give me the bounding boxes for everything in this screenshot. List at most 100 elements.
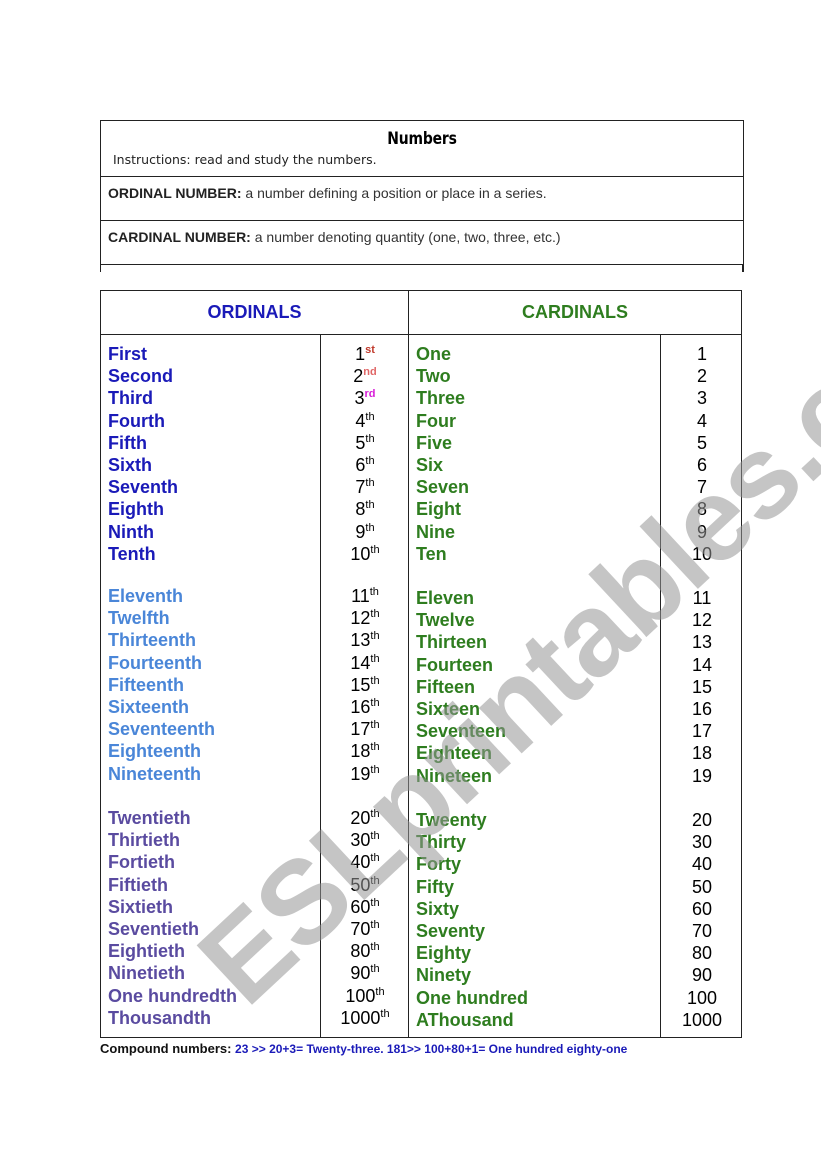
ordinal-suffix: th [375,985,385,998]
compound-numbers-note: Compound numbers: 23 >> 20+3= Twenty-thr… [100,1041,627,1056]
cardinal-numeral: 18 [691,743,713,764]
ordinal-suffix: th [370,652,380,665]
ordinal-suffix: th [370,874,380,887]
numeral: 6 [355,455,366,475]
numeral: 80 [350,941,371,962]
ordinal-suffix: th [370,852,380,865]
ordinal-word: Fourteenth [108,652,202,673]
numeral: 9 [355,521,366,542]
ordinal-numeral: 70th [321,918,409,940]
cardinal-word: Nine [416,521,456,542]
cardinal-numeral: 12 [691,610,713,631]
ordinal-numeral: 4th [321,410,409,432]
ordinal-word: Sixtieth [108,896,174,917]
ordinal-numeral: 60th [321,896,409,918]
ordinal-numeral: 3rd [321,387,409,409]
ordinal-numeral: 1st [321,343,409,365]
ordinal-suffix: th [370,963,380,976]
ordinal-numeral: 40th [321,851,409,873]
numeral: 19 [350,763,371,784]
cardinal-word: Eleven [416,588,475,608]
ordinal-numeral: 30th [321,829,409,851]
ordinal-suffix: th [380,1007,390,1020]
numeral: 5 [355,432,366,453]
cardinal-numeral: 40 [691,854,713,875]
ordinal-word: Ninetieth [108,963,186,984]
ordinal-suffix: th [365,432,375,445]
numeral: 1 [355,344,366,364]
cardinal-word: Fifty [416,876,454,897]
numeral: 8 [355,499,366,520]
ordinal-suffix: th [370,741,380,754]
ordinal-numeral: 12th [321,607,409,629]
cardinal-numeral: 7 [696,477,707,498]
numeral: 7 [355,477,366,498]
numeral: 60 [350,896,371,917]
ordinal-word: Thousandth [108,1007,211,1028]
cardinal-word: Tweenty [416,810,487,830]
cardinal-word: One hundred [416,987,528,1008]
header-box: Numbers Instructions: read and study the… [100,120,744,272]
ordinal-numeral: 15th [321,674,409,696]
ordinal-word: Eighteenth [108,741,201,762]
ordinal-word: Fourth [108,410,165,431]
ordinal-numeral: 18th [321,740,409,762]
ordinal-suffix: th [365,499,375,512]
numbers-table: ORDINALS CARDINALS First 1st One 1 Second 2nd… [100,290,742,1038]
ordinal-numeral: 17th [321,718,409,740]
numeral: 20 [350,808,371,828]
ordinal-word: First [108,344,148,364]
cardinal-word: Ten [416,543,447,564]
ordinal-numeral: 13th [321,629,409,651]
ordinal-suffix: th [370,830,380,843]
ordinal-numeral: 100th [321,985,409,1007]
cardinal-numeral: 16 [691,699,713,719]
cardinal-numeral: 6 [696,455,707,475]
cardinal-word: Six [416,455,444,475]
cardinal-word: Seventeen [416,721,507,742]
ordinal-suffix: th [370,763,380,776]
ordinal-word: Third [108,388,153,409]
numeral: 12 [350,608,371,629]
numeral: 90 [350,963,371,984]
ordinal-numeral: 5th [321,432,409,454]
cardinal-definition: CARDINAL NUMBER: a number denoting quant… [101,221,743,265]
title-row: Numbers Instructions: read and study the… [101,121,743,177]
numeral: 40 [350,852,371,873]
cardinal-word: Fifteen [416,676,476,697]
ordinal-suffix: th [370,896,380,909]
cardinal-word: Eighty [416,943,472,964]
cardinal-numeral: 15 [691,676,713,697]
ordinal-numeral: 9th [321,521,409,543]
ordinal-word: Sixteenth [108,697,190,717]
ordinal-numeral: 14th [321,652,409,674]
cardinal-numeral: 9 [696,521,707,542]
cardinal-numeral: 2 [696,366,707,387]
ordinal-numeral: 19th [321,763,409,785]
cardinal-word: Sixteen [416,699,481,719]
numeral: 13 [350,630,371,651]
cardinal-word: Five [416,432,453,453]
cardinal-word: Eighteen [416,743,493,764]
cardinal-numeral: 10 [691,543,713,564]
cardinal-word: Two [416,366,451,387]
definition-term: ORDINAL NUMBER: [108,185,242,201]
instructions: Instructions: read and study the numbers… [113,152,377,167]
cardinal-numeral: 8 [696,499,707,520]
ordinal-word: Fifteenth [108,674,184,695]
numeral: 4 [355,410,366,431]
ordinal-suffix: th [370,697,380,709]
cardinal-numeral: 14 [691,654,713,675]
numeral: 100 [345,985,376,1006]
ordinal-word: Eleventh [108,586,184,606]
ordinal-numeral: 7th [321,476,409,498]
numeral: 17 [350,719,371,740]
ordinal-word: Fiftieth [108,874,168,895]
cardinal-word: Seven [416,477,470,498]
ordinal-numeral: 10th [321,543,409,565]
ordinal-word: Nineteenth [108,763,202,784]
cardinal-word: Sixty [416,898,460,919]
ordinal-word: Fortieth [108,852,175,873]
ordinal-definition: ORDINAL NUMBER: a number defining a posi… [101,177,743,221]
numeral: 50 [350,874,371,895]
